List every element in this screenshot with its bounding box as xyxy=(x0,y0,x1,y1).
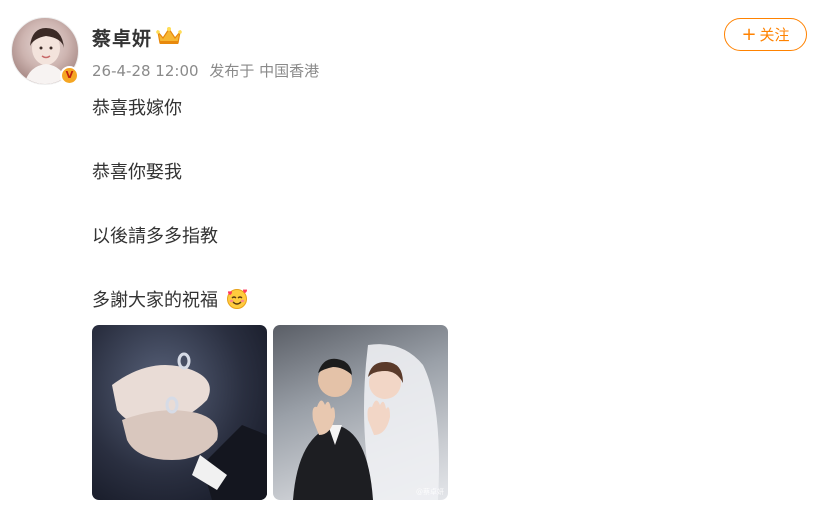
post-timestamp[interactable]: 26-4-28 12:00 xyxy=(92,62,199,80)
post-text: 多謝大家的祝福 xyxy=(92,290,218,311)
author-name[interactable]: 蔡卓妍 xyxy=(92,24,152,51)
post-location: 发布于 中国香港 xyxy=(209,62,320,80)
post-text-line: 恭喜我嫁你 xyxy=(92,98,182,119)
post-text-line-with-emoji: 多謝大家的祝福 xyxy=(92,286,248,315)
image-watermark: @蔡卓妍 xyxy=(416,488,444,496)
post-meta: 26-4-28 12:00 发布于 中国香港 xyxy=(92,60,325,81)
follow-button[interactable]: + 关注 xyxy=(724,18,807,51)
verified-badge-icon: V xyxy=(60,66,79,85)
post-text-line: 恭喜你娶我 xyxy=(92,162,182,183)
plus-icon: + xyxy=(741,23,757,45)
post-text-line: 以後請多多指教 xyxy=(92,226,218,247)
crown-icon[interactable] xyxy=(156,26,182,51)
post-image-rings[interactable] xyxy=(92,325,267,500)
follow-label: 关注 xyxy=(759,26,790,44)
smiling-face-with-hearts-icon xyxy=(226,288,248,315)
post-image-couple[interactable]: @蔡卓妍 xyxy=(273,325,448,500)
author-avatar[interactable]: V xyxy=(11,17,79,85)
